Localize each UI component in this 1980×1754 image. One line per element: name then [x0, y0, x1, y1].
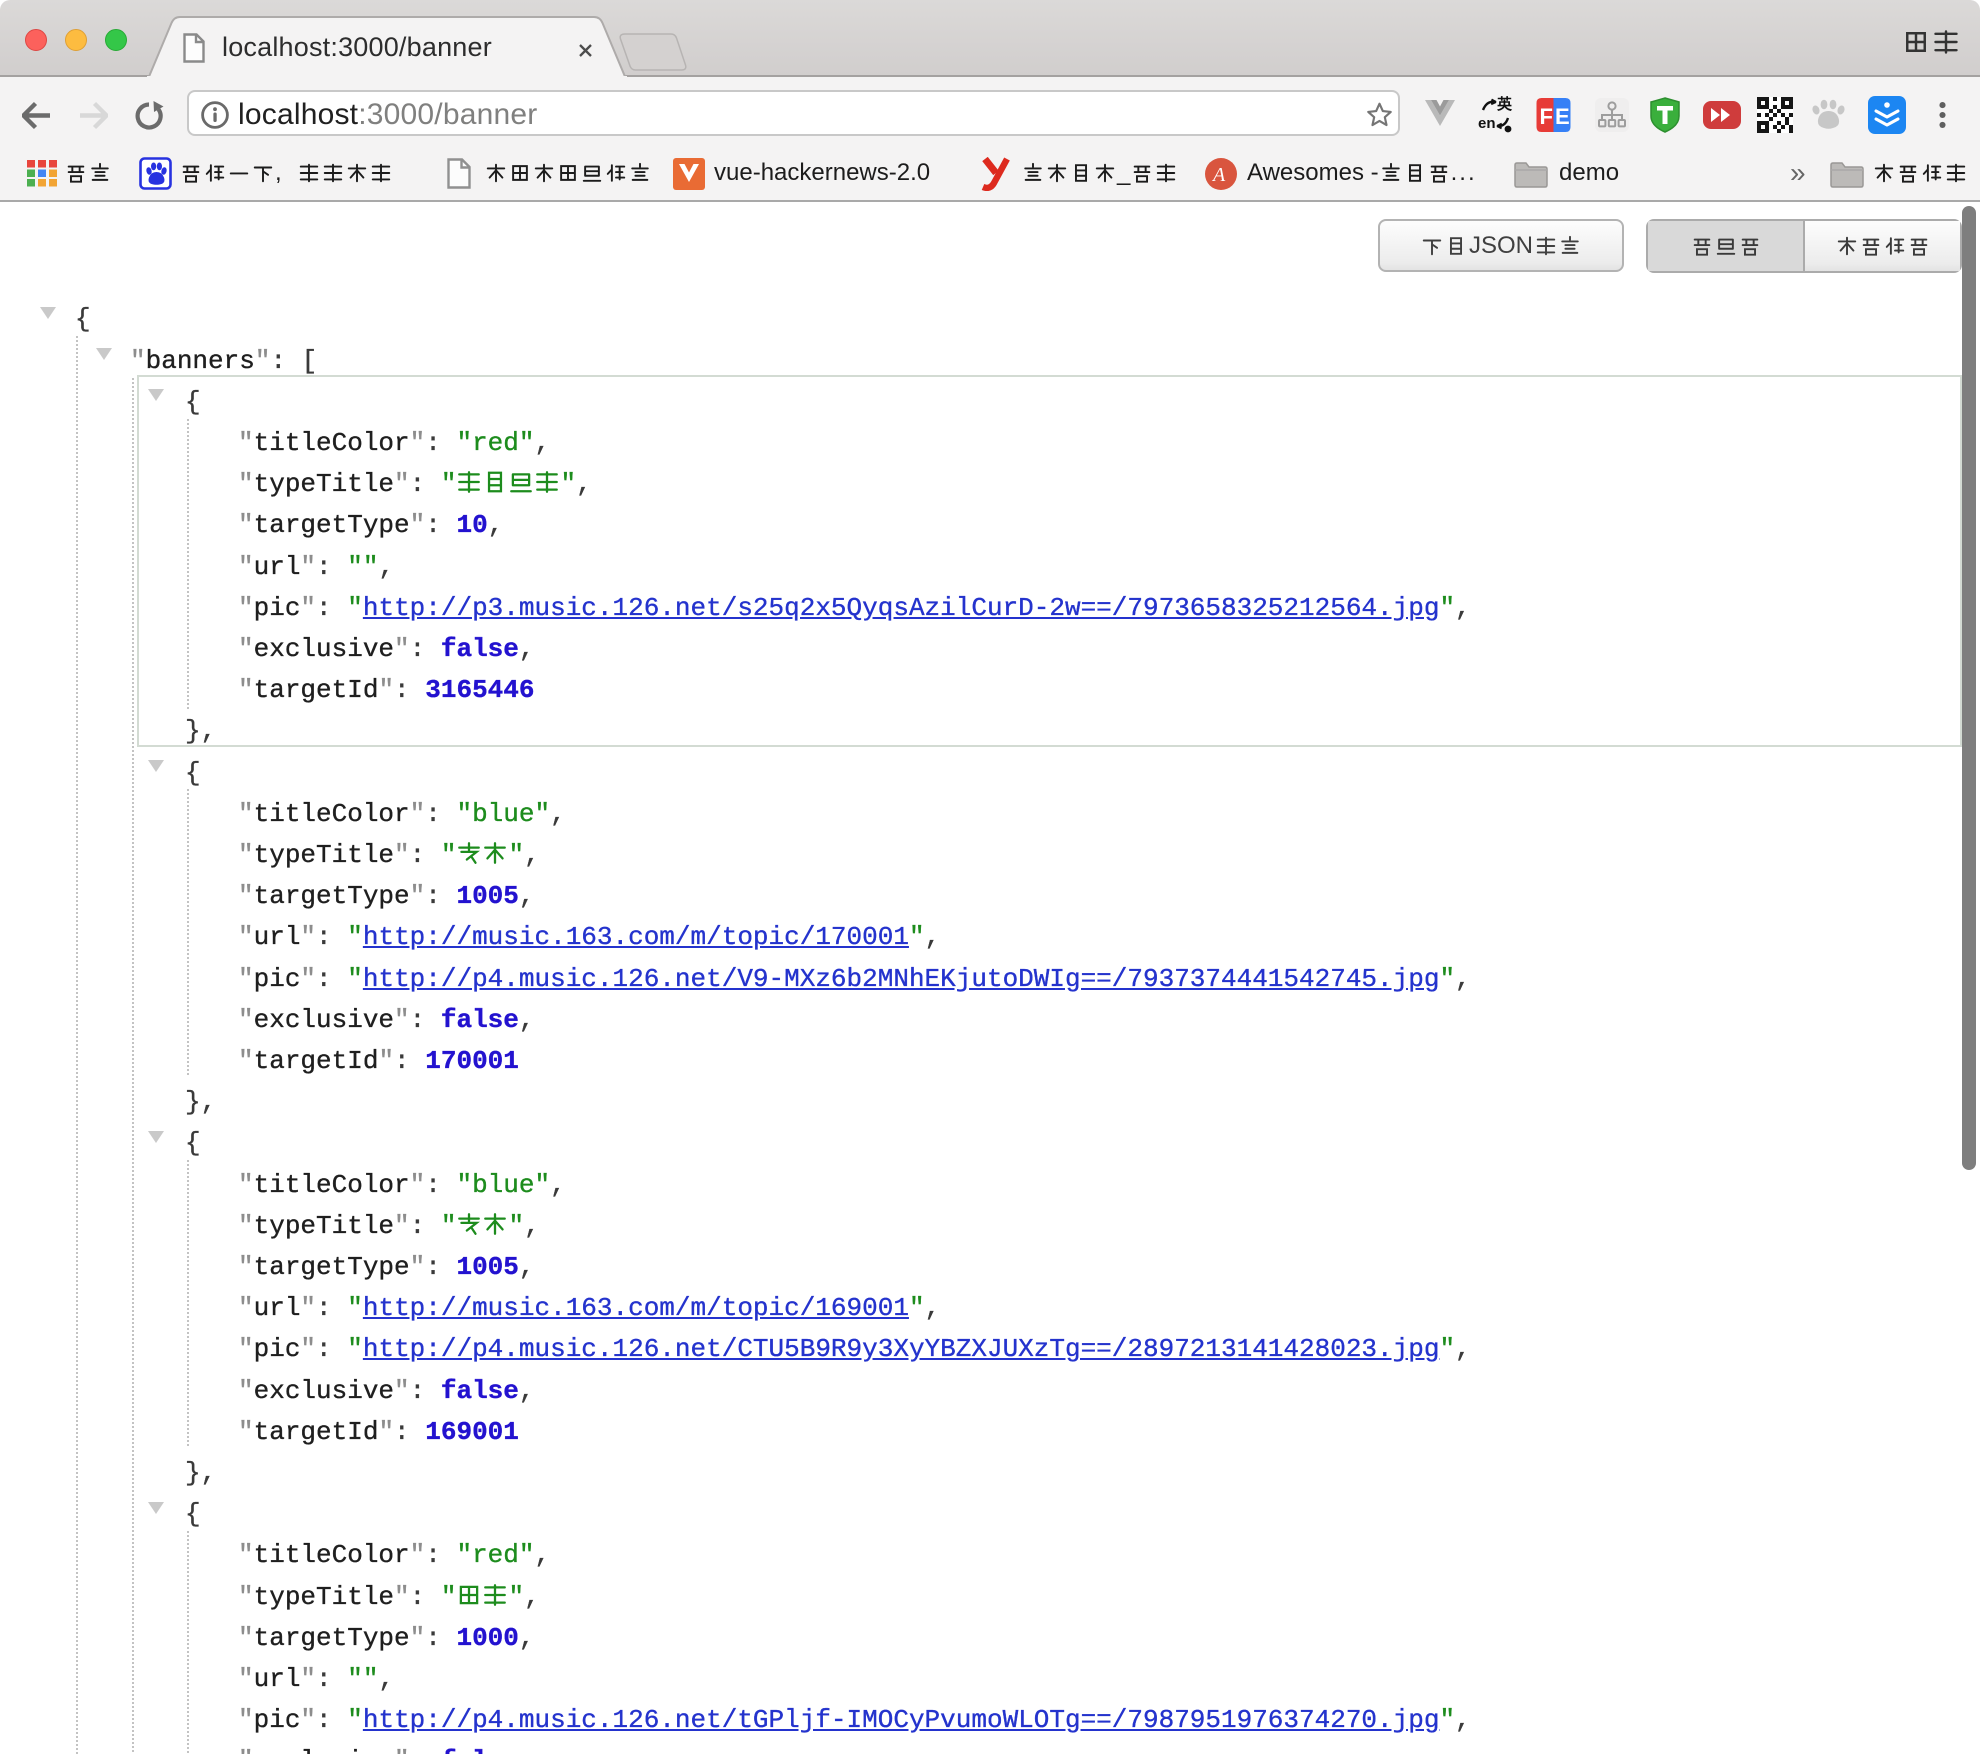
svg-text:F: F	[1540, 104, 1553, 129]
svg-text:en: en	[1478, 115, 1496, 132]
svg-text:英: 英	[1497, 96, 1513, 113]
svg-text:A: A	[1211, 164, 1226, 186]
svg-text:E: E	[1555, 104, 1570, 129]
